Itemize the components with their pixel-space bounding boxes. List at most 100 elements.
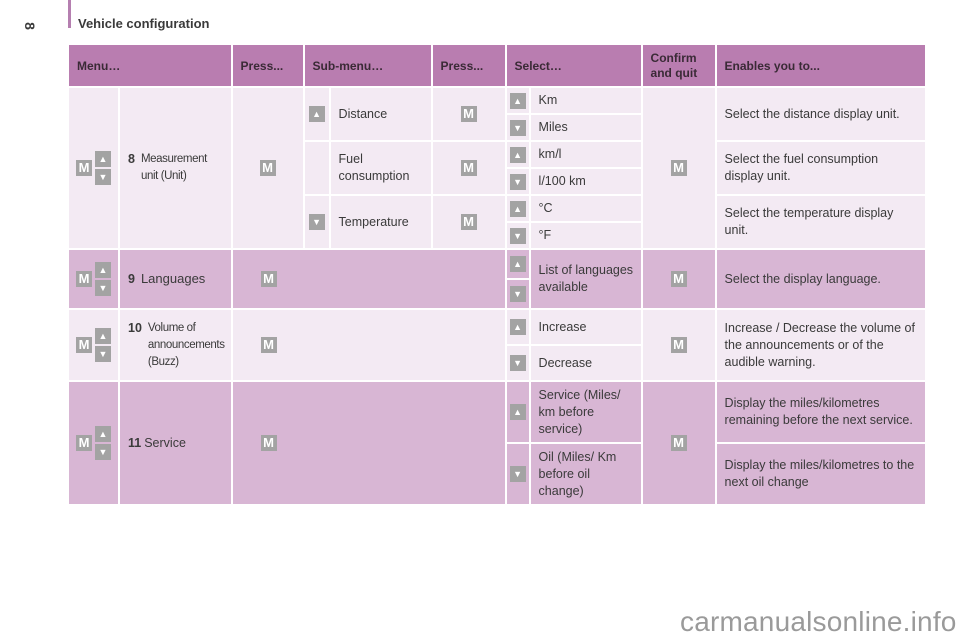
menu-number: 9 <box>128 272 135 286</box>
select-languages: List of languages available <box>530 250 641 308</box>
up-arrow-icon: ▲ <box>509 404 526 420</box>
m-button-icon: M <box>76 337 92 353</box>
down-arrow-icon: ▼ <box>95 280 111 296</box>
m-button-icon: M <box>460 160 477 176</box>
menu-label: Measurement unit (Unit) <box>140 153 207 182</box>
menu-item-languages: 9 Languages <box>120 250 231 308</box>
up-arrow-icon: ▲ <box>509 92 526 109</box>
enables-temperature: Select the temperature display unit. <box>716 196 925 248</box>
table-header-row: Menu… Press... Sub-menu… Press... Select… <box>69 45 925 86</box>
menu-buttons-cell: M ▲ ▼ <box>69 250 118 308</box>
m-button-icon: M <box>76 160 92 176</box>
press-cell: M <box>232 250 505 308</box>
m-button-icon: M <box>76 435 92 451</box>
watermark: carmanualsonline.info <box>680 606 957 637</box>
m-button-icon: M <box>260 337 277 353</box>
up-arrow-icon: ▲ <box>509 146 526 163</box>
up-arrow-icon: ▲ <box>509 256 526 272</box>
select-arrow-cell: ▲ <box>506 310 529 344</box>
header-submenu: Sub-menu… <box>304 45 431 86</box>
select-arrow-cell: ▲ <box>506 382 529 442</box>
m-button-icon: M <box>76 271 92 287</box>
option-fahrenheit: °F <box>530 223 641 248</box>
up-arrow-icon: ▲ <box>95 151 111 167</box>
m-button-icon: M <box>460 214 477 230</box>
press-cell: M <box>232 310 505 380</box>
confirm-cell: M <box>642 382 715 504</box>
menu-item-service: 11 Service <box>120 382 231 504</box>
m-button-icon: M <box>460 106 477 122</box>
m-button-icon: M <box>670 337 687 353</box>
up-arrow-icon: ▲ <box>509 319 526 335</box>
down-arrow-icon: ▼ <box>95 169 111 185</box>
header-press-2: Press... <box>432 45 505 86</box>
up-arrow-icon: ▲ <box>95 262 111 278</box>
option-l-per-100km: l/100 km <box>530 169 641 194</box>
option-miles: Miles <box>530 115 641 140</box>
select-arrow-cell: ▼ <box>506 169 529 194</box>
vehicle-configuration-table: Menu… Press... Sub-menu… Press... Select… <box>67 43 927 506</box>
option-celsius: °C <box>530 196 641 221</box>
up-arrow-icon: ▲ <box>308 106 325 122</box>
page-number: 8 <box>21 22 38 30</box>
enables-distance: Select the distance display unit. <box>716 88 925 140</box>
submenu-arrow-cell <box>304 142 329 194</box>
header-confirm: Confirm and quit <box>642 45 715 86</box>
select-arrow-cell: ▲ <box>506 250 529 278</box>
up-arrow-icon: ▲ <box>509 200 526 217</box>
submenu-distance: Distance <box>330 88 431 140</box>
menu-buttons-cell: M ▲ ▼ <box>69 310 118 380</box>
select-arrow-cell: ▼ <box>506 223 529 248</box>
m-button-icon: M <box>259 160 276 176</box>
select-arrow-cell: ▲ <box>506 196 529 221</box>
press-cell: M <box>432 196 505 248</box>
menu-label: Languages <box>140 271 206 286</box>
menu-number: 10 <box>128 320 142 335</box>
select-arrow-cell: ▼ <box>506 280 529 308</box>
menu-buttons-cell: M ▲ ▼ <box>69 88 118 248</box>
down-arrow-icon: ▼ <box>509 173 526 190</box>
option-decrease: Decrease <box>530 346 641 380</box>
confirm-cell: M <box>642 250 715 308</box>
up-arrow-icon: ▲ <box>95 328 111 344</box>
confirm-cell: M <box>642 310 715 380</box>
menu-number: 11 <box>128 435 142 450</box>
enables-fuel: Select the fuel consumption display unit… <box>716 142 925 194</box>
down-arrow-icon: ▼ <box>95 444 111 460</box>
enables-volume: Increase / Decrease the volume of the an… <box>716 310 925 380</box>
select-arrow-cell: ▼ <box>506 444 529 504</box>
menu-label: Service <box>144 435 186 450</box>
select-arrow-cell: ▼ <box>506 115 529 140</box>
down-arrow-icon: ▼ <box>509 466 526 482</box>
header-press: Press... <box>232 45 303 86</box>
up-arrow-icon: ▲ <box>95 426 111 442</box>
menu-label: Volume of announcements (Buzz) <box>147 321 225 368</box>
down-arrow-icon: ▼ <box>509 119 526 136</box>
option-km: Km <box>530 88 641 113</box>
table-row-measurement: M ▲ ▼ 8 Measurement unit (Unit) M ▲ Distanc… <box>69 88 925 248</box>
option-km-per-l: km/l <box>530 142 641 167</box>
menu-item-volume: 10 Volume of announcements (Buzz) <box>120 310 231 380</box>
enables-languages: Select the display language. <box>716 250 925 308</box>
down-arrow-icon: ▼ <box>509 227 526 244</box>
section-title: Vehicle configuration <box>78 16 210 31</box>
m-button-icon: M <box>670 435 687 451</box>
down-arrow-icon: ▼ <box>308 214 325 230</box>
down-arrow-icon: ▼ <box>95 346 111 362</box>
m-button-icon: M <box>260 435 277 451</box>
down-arrow-icon: ▼ <box>509 355 526 371</box>
menu-number: 8 <box>128 152 135 166</box>
press-cell: M <box>232 88 303 248</box>
submenu-arrow-cell: ▼ <box>304 196 329 248</box>
header-menu: Menu… <box>69 45 231 86</box>
m-button-icon: M <box>260 271 277 287</box>
enables-oil: Display the miles/kilometres to the next… <box>716 444 925 504</box>
m-button-icon: M <box>670 160 687 176</box>
down-arrow-icon: ▼ <box>509 286 526 302</box>
menu-item-measurement: 8 Measurement unit (Unit) <box>120 88 231 248</box>
submenu-arrow-cell: ▲ <box>304 88 329 140</box>
table-row-service: M ▲ ▼ 11 Service M ▲ Service (Miles/ km bef… <box>69 382 925 504</box>
press-cell: M <box>432 142 505 194</box>
press-cell: M <box>432 88 505 140</box>
select-arrow-cell: ▲ <box>506 88 529 113</box>
